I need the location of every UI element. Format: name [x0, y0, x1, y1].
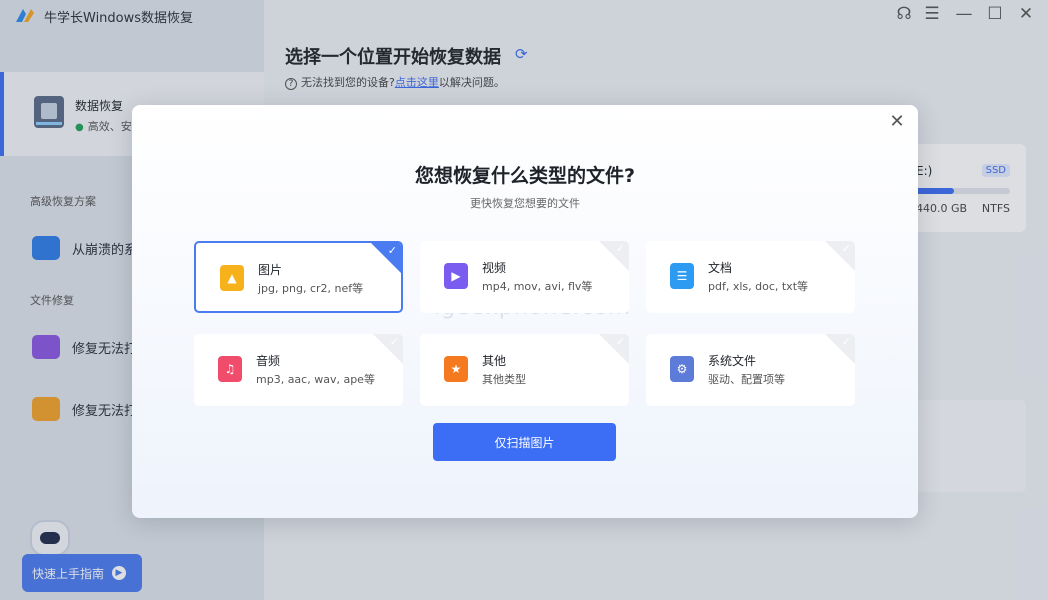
- checkmark-icon: ✓: [841, 242, 851, 255]
- file-type-card[interactable]: ✓ ⚙ 系统文件驱动、配置项等: [646, 334, 855, 406]
- file-type-card[interactable]: ✓ ▶ 视频 mp4, mov, avi, flv等: [420, 241, 629, 313]
- file-type-name: 其他: [482, 354, 507, 368]
- file-type-extensions: jpg, png, cr2, nef等: [258, 282, 364, 295]
- video-file-icon: ▶: [444, 263, 468, 289]
- file-type-name: 系统文件: [708, 354, 757, 368]
- checkmark-icon: ✓: [389, 335, 399, 348]
- file-type-extensions: 其他类型: [482, 373, 526, 386]
- checkmark-icon: ✓: [615, 335, 625, 348]
- file-type-extensions: mp3, aac, wav, ape等: [256, 373, 375, 386]
- other-file-icon: ★: [444, 356, 468, 382]
- file-type-extensions: pdf, xls, doc, txt等: [708, 280, 809, 293]
- file-type-extensions: 驱动、配置项等: [708, 373, 785, 386]
- scan-images-only-button[interactable]: 仅扫描图片: [433, 423, 616, 461]
- file-type-dialog: ✕ 您想恢复什么类型的文件? 更快恢复您想要的文件 igeekphone.com…: [132, 105, 918, 518]
- file-type-name: 音频: [256, 354, 281, 368]
- file-type-extensions: mp4, mov, avi, flv等: [482, 280, 593, 293]
- checkmark-icon: ✓: [841, 335, 851, 348]
- file-type-card[interactable]: ✓ ★ 其他其他类型: [420, 334, 629, 406]
- file-type-card[interactable]: ✓ ☰ 文档 pdf, xls, doc, txt等: [646, 241, 855, 313]
- file-type-name: 文档: [708, 261, 733, 275]
- audio-file-icon: ♫: [218, 356, 242, 382]
- close-dialog-icon[interactable]: ✕: [886, 111, 908, 132]
- dialog-subtitle: 更快恢复您想要的文件: [470, 197, 580, 210]
- checkmark-icon: ✓: [387, 244, 397, 257]
- system-file-icon: ⚙: [670, 356, 694, 382]
- image-file-icon: ▲: [220, 265, 244, 291]
- file-type-card[interactable]: ✓ ♫ 音频 mp3, aac, wav, ape等: [194, 334, 403, 406]
- checkmark-icon: ✓: [615, 242, 625, 255]
- document-file-icon: ☰: [670, 263, 694, 289]
- file-type-card[interactable]: ✓ ▲ 图片 jpg, png, cr2, nef等: [194, 241, 403, 313]
- file-type-name: 视频: [482, 261, 507, 275]
- file-type-name: 图片: [258, 263, 283, 277]
- dialog-title: 您想恢复什么类型的文件?: [414, 165, 636, 187]
